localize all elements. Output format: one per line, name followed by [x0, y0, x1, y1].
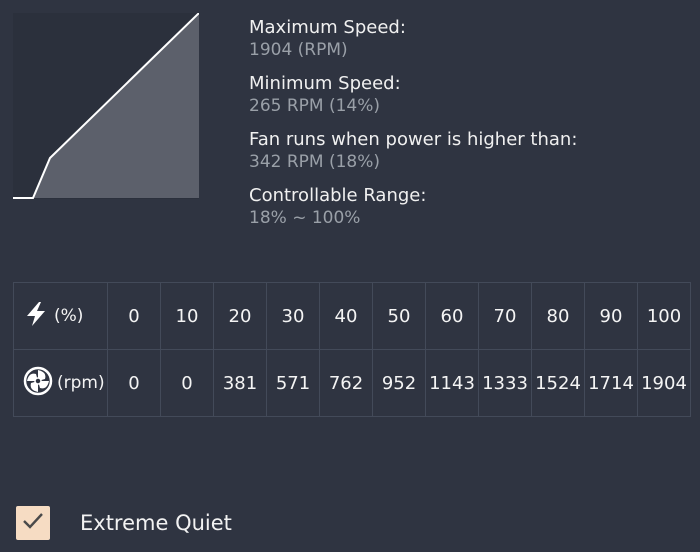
power-cell: 90 [584, 282, 638, 350]
extreme-quiet-checkbox[interactable] [16, 506, 50, 540]
power-cell: 10 [160, 282, 214, 350]
controllable-range-value: 18% ~ 100% [249, 208, 361, 228]
power-cell: 80 [531, 282, 585, 350]
extreme-quiet-label[interactable]: Extreme Quiet [80, 511, 232, 535]
power-cell: 60 [425, 282, 479, 350]
start-threshold-label: Fan runs when power is higher than: [249, 129, 578, 150]
rpm-cell: 381 [213, 349, 267, 417]
max-speed-value: 1904 (RPM) [249, 40, 348, 60]
extreme-quiet-option[interactable]: Extreme Quiet [16, 506, 232, 540]
min-speed-label: Minimum Speed: [249, 73, 401, 94]
rpm-unit-label: (rpm) [57, 373, 105, 393]
controllable-range-label: Controllable Range: [249, 185, 427, 206]
fan-info: Maximum Speed: 1904 (RPM) Minimum Speed:… [249, 16, 689, 240]
min-speed-value: 265 RPM (14%) [249, 96, 381, 116]
power-cell: 0 [107, 282, 161, 350]
fan-curve-svg [13, 13, 199, 199]
fan-speed-table: (%) 0 10 20 30 40 50 60 70 80 90 100 (rp… [13, 282, 691, 417]
power-cell: 20 [213, 282, 267, 350]
power-header-cell: (%) [13, 282, 108, 350]
rpm-cell: 762 [319, 349, 373, 417]
rpm-row: (rpm) 0 0 381 571 762 952 1143 1333 1524… [13, 349, 691, 417]
power-cell: 40 [319, 282, 373, 350]
fan-icon [23, 366, 53, 401]
rpm-cell: 0 [107, 349, 161, 417]
min-speed-item: Minimum Speed: 265 RPM (14%) [249, 72, 689, 117]
power-unit-label: (%) [54, 306, 84, 326]
fan-curve-graph [13, 13, 199, 199]
power-cell: 50 [372, 282, 426, 350]
power-cell: 30 [266, 282, 320, 350]
power-cell: 100 [637, 282, 691, 350]
max-speed-item: Maximum Speed: 1904 (RPM) [249, 16, 689, 61]
controllable-range-item: Controllable Range: 18% ~ 100% [249, 184, 689, 229]
rpm-cell: 1904 [637, 349, 691, 417]
power-row: (%) 0 10 20 30 40 50 60 70 80 90 100 [13, 282, 691, 350]
start-threshold-value: 342 RPM (18%) [249, 152, 381, 172]
checkmark-icon [21, 511, 45, 535]
max-speed-label: Maximum Speed: [249, 17, 406, 38]
rpm-cell: 571 [266, 349, 320, 417]
rpm-cell: 952 [372, 349, 426, 417]
rpm-cell: 0 [160, 349, 214, 417]
rpm-cell: 1143 [425, 349, 479, 417]
lightning-bolt-icon [24, 301, 48, 332]
rpm-cell: 1333 [478, 349, 532, 417]
rpm-cell: 1524 [531, 349, 585, 417]
rpm-header-cell: (rpm) [13, 349, 108, 417]
fan-settings-panel: Maximum Speed: 1904 (RPM) Minimum Speed:… [0, 0, 700, 552]
start-threshold-item: Fan runs when power is higher than: 342 … [249, 128, 689, 173]
rpm-cell: 1714 [584, 349, 638, 417]
power-cell: 70 [478, 282, 532, 350]
fan-curve-area [33, 13, 199, 198]
